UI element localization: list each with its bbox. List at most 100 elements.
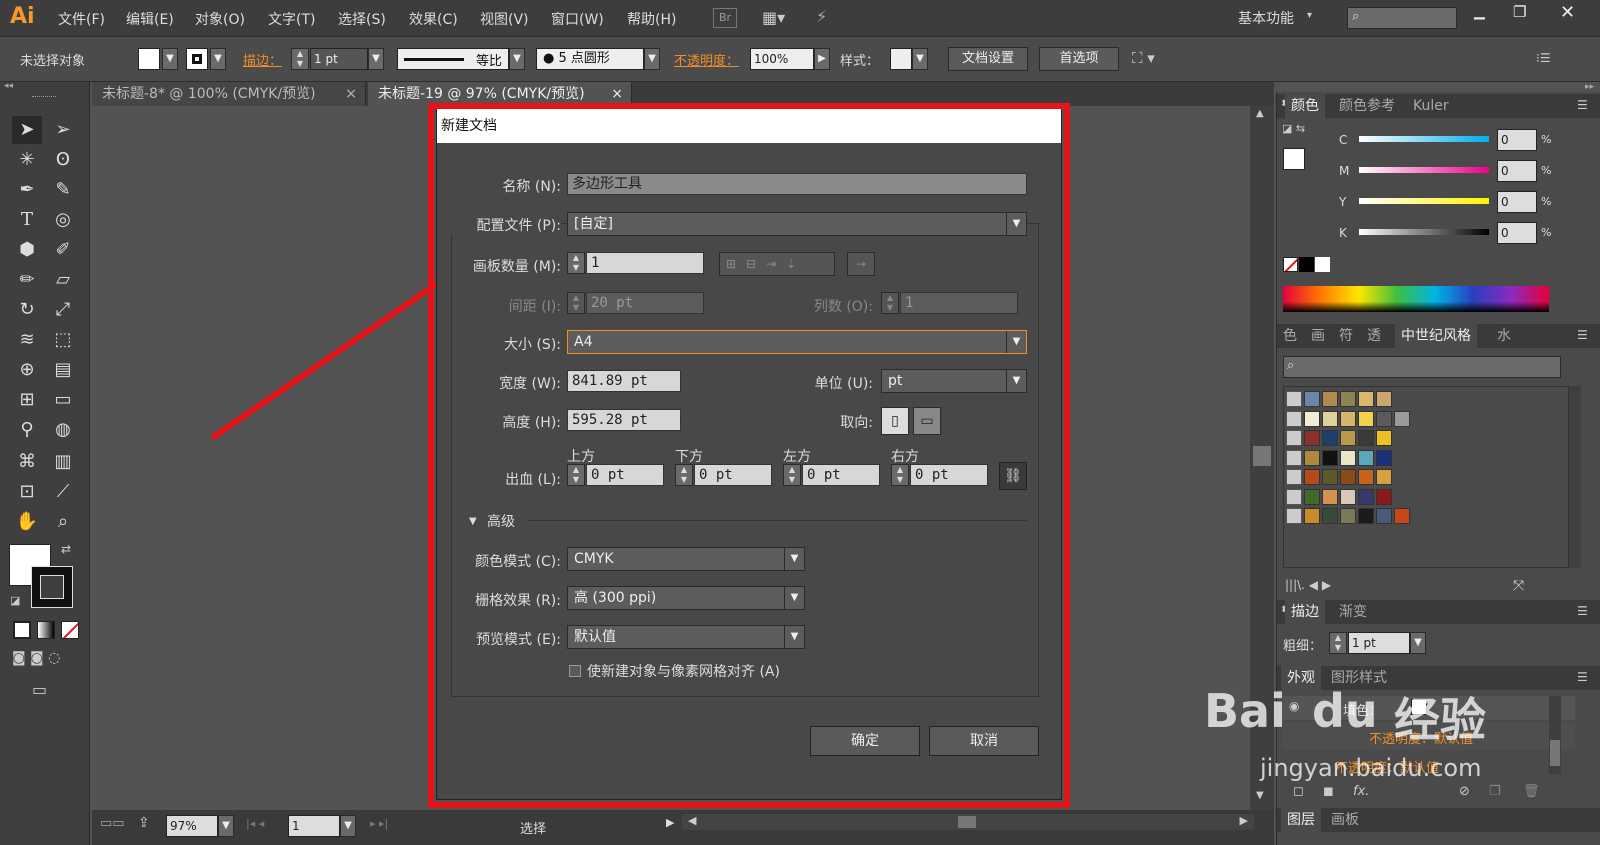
channel-c-slider[interactable] bbox=[1359, 136, 1489, 142]
perspective-grid-tool-icon[interactable]: ▤ bbox=[48, 356, 78, 384]
swatch[interactable] bbox=[1376, 469, 1392, 485]
channel-y-slider[interactable] bbox=[1359, 198, 1489, 204]
color-fill-swatch[interactable] bbox=[1283, 148, 1305, 170]
artboard-number-dropdown[interactable]: ▼ bbox=[340, 815, 356, 837]
tab-document-8[interactable]: 未标题-8* @ 100% (CMYK/预览) × bbox=[92, 82, 366, 106]
menu-file[interactable]: 文件(F) bbox=[58, 9, 105, 29]
brush-dropdown[interactable]: ▼ bbox=[644, 48, 660, 70]
fill-swatch[interactable] bbox=[138, 48, 160, 70]
swatch[interactable] bbox=[1322, 410, 1338, 427]
swatch[interactable] bbox=[1358, 410, 1374, 427]
workspace-chevron-icon[interactable]: ▾ bbox=[1307, 10, 1312, 21]
menu-select[interactable]: 选择(S) bbox=[338, 9, 386, 29]
menu-help[interactable]: 帮助(H) bbox=[627, 9, 676, 29]
share-icon[interactable]: ⇪ bbox=[138, 815, 150, 831]
shape-builder-tool-icon[interactable]: ⊕ bbox=[12, 356, 42, 384]
swatch[interactable] bbox=[1340, 508, 1356, 524]
opacity-label[interactable]: 不透明度： bbox=[674, 50, 739, 69]
panel-collapse-icon[interactable]: ◂◂ bbox=[4, 81, 13, 91]
draw-mode-icons[interactable]: ◙ ◙ ◌ bbox=[12, 650, 60, 666]
swatch[interactable] bbox=[1322, 469, 1338, 485]
swatch-group-folder-icon[interactable] bbox=[1286, 410, 1302, 427]
panel-grip[interactable] bbox=[32, 96, 56, 99]
stroke-weight-dropdown[interactable]: ▼ bbox=[368, 48, 384, 70]
swatch[interactable] bbox=[1322, 449, 1338, 466]
horizontal-scrollbar[interactable]: ◀ ▶ bbox=[682, 814, 1254, 830]
swatch[interactable] bbox=[1304, 449, 1320, 466]
opacity-dropdown[interactable]: ▶ bbox=[814, 48, 830, 70]
screen-mode-icon[interactable]: ▭ bbox=[32, 680, 47, 699]
slice-tool-icon[interactable]: ⟋ bbox=[48, 478, 78, 506]
variable-width-profile[interactable]: 等比 bbox=[397, 48, 509, 70]
polygon-tool-icon[interactable]: ⬢ bbox=[12, 236, 42, 264]
spiral-tool-icon[interactable]: ◎ bbox=[48, 206, 78, 234]
curvature-tool-icon[interactable]: ✎ bbox=[48, 176, 78, 204]
channel-m-input[interactable]: 0 bbox=[1497, 160, 1537, 182]
stroke-dropdown[interactable]: ▼ bbox=[210, 48, 226, 70]
scroll-left-icon[interactable]: ◀ bbox=[688, 814, 696, 827]
scale-tool-icon[interactable]: ⤢ bbox=[48, 296, 78, 324]
swatch[interactable] bbox=[1358, 449, 1374, 466]
free-transform-tool-icon[interactable]: ⬚ bbox=[48, 326, 78, 354]
hand-tool-icon[interactable]: ✋ bbox=[12, 508, 42, 536]
blend-tool-icon[interactable]: ◍ bbox=[48, 416, 78, 444]
scroll-right-icon[interactable]: ▶ bbox=[1240, 814, 1248, 827]
swatch[interactable] bbox=[1304, 410, 1320, 427]
profile-dropdown[interactable]: ▼ bbox=[509, 48, 525, 70]
tab-swatches[interactable]: 色板 bbox=[1279, 324, 1305, 348]
direct-selection-tool-icon[interactable]: ➢ bbox=[48, 116, 78, 144]
column-graph-tool-icon[interactable]: ▥ bbox=[48, 448, 78, 476]
stroke-color-box[interactable] bbox=[31, 566, 73, 608]
close-tab-icon[interactable]: × bbox=[345, 82, 357, 106]
rotate-tool-icon[interactable]: ↻ bbox=[12, 296, 42, 324]
gradient-mode-button[interactable] bbox=[37, 621, 55, 639]
selection-tool-icon[interactable]: ➤ bbox=[12, 116, 42, 144]
channel-c-input[interactable]: 0 bbox=[1497, 129, 1537, 151]
menu-window[interactable]: 窗口(W) bbox=[551, 9, 604, 29]
tab-brushes[interactable]: 画笔 bbox=[1307, 324, 1333, 348]
swatch[interactable] bbox=[1322, 508, 1338, 524]
channel-k-input[interactable]: 0 bbox=[1497, 222, 1537, 244]
swatch[interactable] bbox=[1358, 469, 1374, 485]
zoom-dropdown[interactable]: ▼ bbox=[218, 815, 234, 837]
tab-fruit[interactable]: 水果 bbox=[1491, 324, 1527, 348]
scroll-up-icon[interactable]: ▲ bbox=[1256, 108, 1264, 119]
white-swatch[interactable] bbox=[1315, 257, 1330, 272]
swatch-group-folder-icon[interactable] bbox=[1286, 508, 1302, 524]
weight-input[interactable]: 1 pt bbox=[1348, 632, 1410, 654]
swatch[interactable] bbox=[1376, 410, 1392, 427]
symbol-sprayer-tool-icon[interactable]: ⌘ bbox=[12, 448, 42, 476]
weight-dropdown[interactable]: ▼ bbox=[1410, 632, 1426, 654]
swatch[interactable] bbox=[1340, 449, 1356, 466]
swatch-group-folder-icon[interactable] bbox=[1286, 469, 1302, 485]
graphic-style-dropdown[interactable]: ▼ bbox=[912, 48, 928, 70]
swatch[interactable] bbox=[1340, 391, 1356, 407]
swatch[interactable] bbox=[1358, 391, 1374, 407]
none-swatch[interactable] bbox=[1283, 257, 1298, 272]
restore-icon[interactable]: ❐ bbox=[1513, 3, 1526, 21]
swatch-delete-icon[interactable]: ⤧ bbox=[1513, 578, 1524, 594]
tab-gradient[interactable]: 渐变 bbox=[1333, 600, 1373, 624]
swatch-library-icon[interactable]: |||\. ◀ ▶ bbox=[1285, 578, 1331, 592]
stroke-label[interactable]: 描边： bbox=[243, 50, 282, 69]
swatch-group-folder-icon[interactable] bbox=[1286, 391, 1302, 407]
color-swap-icon[interactable]: ◪ ⇆ bbox=[1282, 122, 1305, 135]
menu-object[interactable]: 对象(O) bbox=[195, 9, 245, 29]
swatch[interactable] bbox=[1376, 430, 1392, 446]
color-spectrum[interactable] bbox=[1283, 286, 1549, 312]
panel-menu-icon[interactable]: ☰ bbox=[1577, 604, 1588, 618]
h-scroll-thumb[interactable] bbox=[958, 816, 976, 828]
bridge-button[interactable]: Br bbox=[713, 8, 737, 28]
type-tool-icon[interactable]: T bbox=[12, 206, 42, 234]
opacity-input[interactable]: 100% bbox=[750, 48, 814, 70]
menu-edit[interactable]: 编辑(E) bbox=[126, 9, 174, 29]
fill-dropdown[interactable]: ▼ bbox=[162, 48, 178, 70]
stroke-weight-input[interactable]: 1 pt bbox=[310, 48, 368, 70]
swatch[interactable] bbox=[1376, 449, 1392, 466]
swap-colors-icon[interactable]: ⇄ bbox=[61, 542, 71, 556]
mesh-tool-icon[interactable]: ⊞ bbox=[12, 386, 42, 414]
document-setup-button[interactable]: 文档设置 bbox=[948, 47, 1028, 71]
channel-m-slider[interactable] bbox=[1359, 167, 1489, 173]
panel-menu-icon[interactable]: ☰ bbox=[1577, 328, 1588, 342]
magic-wand-tool-icon[interactable]: ✳ bbox=[12, 146, 42, 174]
